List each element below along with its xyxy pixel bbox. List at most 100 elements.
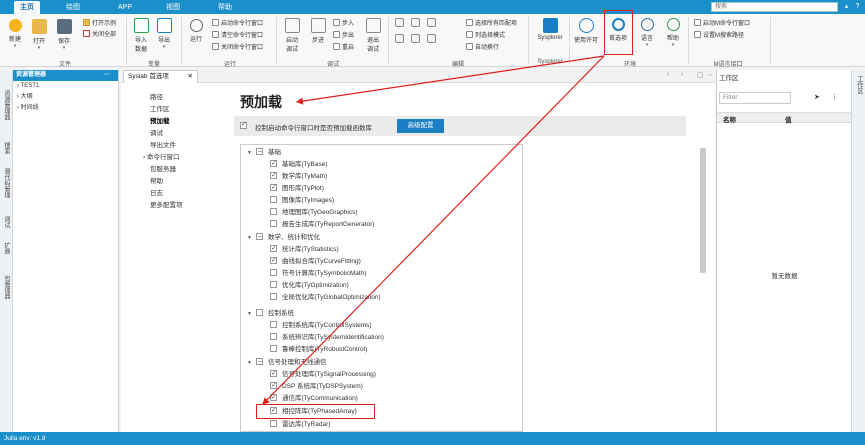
activity-explorer[interactable]: 资源管理器 xyxy=(2,90,11,120)
lib-checkbox[interactable] xyxy=(270,420,277,427)
activity-source-control[interactable]: 源代码管理 xyxy=(2,168,11,198)
step-into-button[interactable]: 步入 xyxy=(333,19,354,28)
activity-debug[interactable]: 调试 xyxy=(2,216,11,228)
lib-tystatistics[interactable]: 统计库(TyStatistics) xyxy=(270,243,339,256)
workspace-more-icon[interactable]: ⋮ xyxy=(831,93,838,101)
lib-checkbox[interactable] xyxy=(270,281,277,288)
workspace-filter-input[interactable]: Filter xyxy=(719,92,791,104)
group-control-systems[interactable]: ▼ 控制系统 xyxy=(247,308,294,320)
lib-tyrobustcontrol[interactable]: 鲁棒控制库(TyRobustControl) xyxy=(270,344,367,356)
lib-tymath[interactable]: 数学库(TyMath) xyxy=(270,170,327,183)
edit-tool-4[interactable] xyxy=(392,34,406,45)
open-button[interactable]: 打开 ▾ xyxy=(28,19,50,51)
preload-control-checkbox[interactable] xyxy=(240,120,247,129)
nav-back-icon[interactable]: ‹ xyxy=(667,71,669,78)
tree-item-outline[interactable]: › 大纲 xyxy=(13,92,118,103)
more-actions-icon[interactable]: ⋯ xyxy=(706,71,713,79)
edit-tool-2[interactable] xyxy=(408,18,422,29)
search-input[interactable]: 搜索 xyxy=(711,2,838,12)
chevron-down-icon[interactable]: ▼ xyxy=(247,308,256,320)
lib-checkbox[interactable] xyxy=(270,158,277,170)
start-cmd-window-button[interactable]: 启动命令行窗口 xyxy=(212,19,263,28)
edit-tool-6[interactable] xyxy=(424,34,438,45)
lib-checkbox[interactable] xyxy=(270,196,277,203)
activity-package-manager[interactable]: 包管理器 xyxy=(2,275,11,299)
tab-help[interactable]: 帮助 xyxy=(212,1,238,14)
start-debug-button[interactable]: 启动 调试 xyxy=(281,18,303,53)
pref-nav-package-server[interactable]: 包服务器 xyxy=(150,165,176,175)
close-cmd-window-button[interactable]: 关闭命令行窗口 xyxy=(212,43,263,52)
clear-cmd-window-button[interactable]: 清空命令行窗口 xyxy=(212,31,263,40)
step-out-button[interactable]: 步出 xyxy=(333,31,354,40)
group-checkbox[interactable] xyxy=(256,309,263,316)
lib-tyimages[interactable]: 图像库(TyImages) xyxy=(270,195,334,207)
select-all-matches-button[interactable]: 选择所有匹配项 xyxy=(466,19,517,28)
pref-nav-debug[interactable]: 调试 xyxy=(150,129,163,139)
edit-tool-1[interactable] xyxy=(392,18,406,29)
advanced-config-button[interactable]: 高级配置 xyxy=(397,119,444,133)
lib-tybase[interactable]: 基础库(TyBase) xyxy=(270,158,328,171)
collapse-ribbon-icon[interactable]: ▴ xyxy=(842,2,851,12)
lib-tycontrolsystems[interactable]: 控制系统库(TyControlSystems) xyxy=(270,320,372,332)
open-example-button[interactable]: 打开示例 xyxy=(83,19,116,28)
group-checkbox[interactable] xyxy=(256,356,263,368)
lib-checkbox[interactable] xyxy=(270,170,277,182)
lib-tysignalprocessing[interactable]: 信号处理库(TySignalProcessing) xyxy=(270,368,376,381)
license-button[interactable]: 使用许可 xyxy=(573,18,599,44)
lib-checkbox[interactable] xyxy=(270,220,277,227)
start-m-cmd-button[interactable]: 启动M命令行窗口 xyxy=(694,19,750,28)
lib-tydspsystem[interactable]: DSP 系统库(TyDSPSystem) xyxy=(270,380,363,393)
restart-button[interactable]: 重启 xyxy=(333,43,354,52)
pref-nav-path[interactable]: 路径 xyxy=(150,93,163,103)
lib-typlot[interactable]: 图形库(TyPlot) xyxy=(270,182,324,195)
help-ribbon-button[interactable]: 帮助 ▾ xyxy=(663,18,683,48)
lib-checkbox[interactable] xyxy=(270,380,277,392)
lib-checkbox[interactable] xyxy=(270,368,277,380)
tab-app[interactable]: APP xyxy=(112,1,138,14)
new-button[interactable]: 新建 ▾ xyxy=(4,19,26,49)
tab-home[interactable]: 主页 xyxy=(14,1,40,14)
sysplorer-button[interactable]: Sysplorer xyxy=(533,18,567,41)
lib-checkbox[interactable] xyxy=(270,321,277,328)
edit-tool-5[interactable] xyxy=(408,34,422,45)
pref-nav-log[interactable]: 日志 xyxy=(150,189,163,199)
help-icon[interactable]: ? xyxy=(853,2,862,12)
pref-nav-help[interactable]: 帮助 xyxy=(150,177,163,187)
lib-tygeographics[interactable]: 地理图库(TyGeoGraphics) xyxy=(270,207,358,219)
lib-tyglobaloptimization[interactable]: 全局优化库(TyGlobalOptimization) xyxy=(270,292,381,304)
clear-filter-icon[interactable]: ➤ xyxy=(814,93,820,101)
lib-checkbox[interactable] xyxy=(270,208,277,215)
vertical-scrollbar[interactable] xyxy=(700,148,706,273)
group-checkbox[interactable] xyxy=(256,231,263,243)
pref-nav-export[interactable]: 导出文件 xyxy=(150,141,176,151)
exit-debug-button[interactable]: 退出 调试 xyxy=(362,18,384,53)
lib-checkbox[interactable] xyxy=(270,243,277,255)
lib-tyradar[interactable]: 雷达库(TyRadar) xyxy=(270,419,330,431)
lib-checkbox[interactable] xyxy=(270,345,277,352)
nav-forward-icon[interactable]: › xyxy=(681,71,683,78)
lib-checkbox[interactable] xyxy=(270,269,277,276)
lib-checkbox[interactable] xyxy=(270,392,277,404)
export-data-button[interactable]: 导出 ▾ xyxy=(154,18,174,50)
tab-preferences[interactable]: Syslab 首选项 ✕ xyxy=(123,70,198,83)
chevron-down-icon[interactable]: ▼ xyxy=(247,357,256,369)
pref-nav-cmd-window[interactable]: › 命令行窗口 xyxy=(143,153,179,163)
lib-checkbox[interactable] xyxy=(270,182,277,194)
lib-tysymbolicmath[interactable]: 符号计算库(TySymbolicMath) xyxy=(270,268,367,280)
activity-extensions[interactable]: 扩展 xyxy=(2,242,11,254)
group-math-stats-opt[interactable]: ▼数学、统计和优化 xyxy=(247,231,320,244)
close-icon[interactable]: ✕ xyxy=(188,71,193,83)
julia-env-status[interactable]: Julia env: v1.9 xyxy=(4,435,46,442)
lib-checkbox[interactable] xyxy=(270,293,277,300)
lib-checkbox[interactable] xyxy=(270,255,277,267)
set-m-search-path-button[interactable]: 设置M搜索路径 xyxy=(694,31,744,40)
tree-item-test1[interactable]: › TEST1 xyxy=(13,81,118,92)
group-checkbox[interactable] xyxy=(256,146,263,158)
tab-plot[interactable]: 绘图 xyxy=(60,1,86,14)
right-tab-workspace[interactable]: 工作区 xyxy=(855,76,864,94)
column-select-button[interactable]: 列选择模式 xyxy=(466,31,505,40)
chevron-down-icon[interactable]: ▼ xyxy=(247,232,256,244)
chevron-down-icon[interactable]: ▼ xyxy=(247,147,256,159)
pref-nav-preload[interactable]: 预加载 xyxy=(150,117,170,127)
language-button[interactable]: 语言 ▾ xyxy=(637,18,657,48)
